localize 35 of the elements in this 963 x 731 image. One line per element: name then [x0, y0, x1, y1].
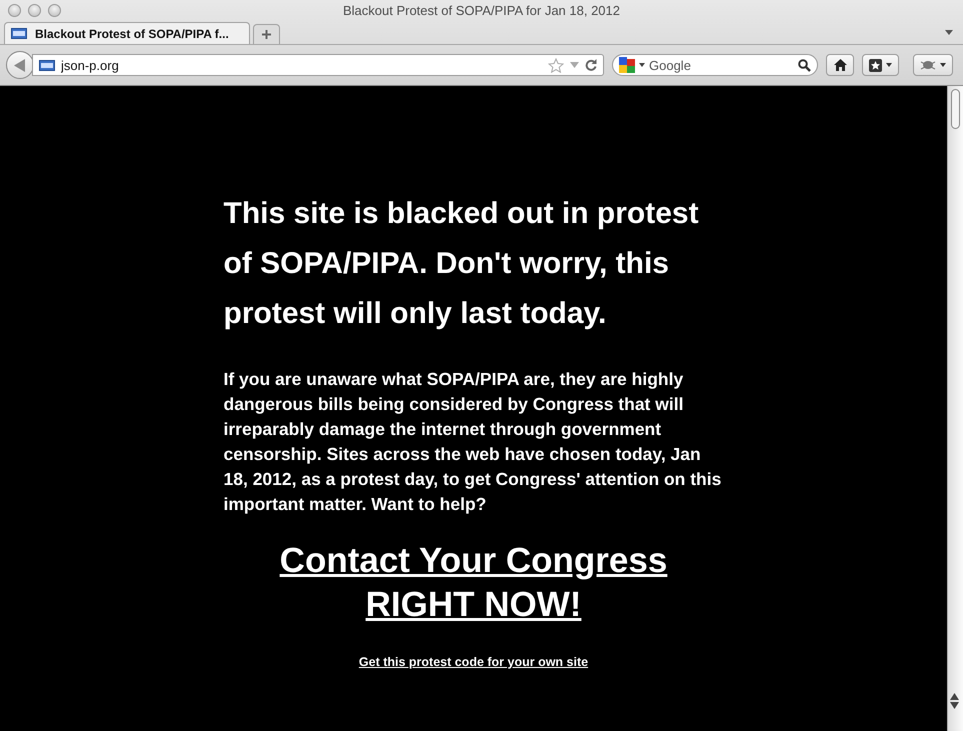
- address-bar[interactable]: json-p.org: [32, 54, 604, 76]
- search-bar[interactable]: Google: [612, 54, 818, 76]
- bookmarks-button[interactable]: [862, 54, 899, 76]
- caret-icon[interactable]: [945, 30, 953, 35]
- home-icon: [834, 59, 846, 71]
- new-tab-button[interactable]: [253, 24, 280, 44]
- window-control-button[interactable]: [8, 4, 21, 17]
- body-paragraph: If you are unaware what SOPA/PIPA are, they are highly dangerous bills being considered by Congress that will irreparably damage the internet through government censorship. Sites across the web have chosen today, Jan 18, 2012, as a protest day, to get Congress' attention on this important matter. Want to help?: [224, 368, 722, 516]
- back-button[interactable]: [6, 51, 34, 79]
- bug-icon: [920, 59, 936, 71]
- scroll-thumb[interactable]: [951, 89, 960, 129]
- window-control-button[interactable]: [48, 4, 61, 17]
- back-arrow-icon: [14, 58, 26, 72]
- search-icon[interactable]: [798, 58, 811, 72]
- home-button[interactable]: [826, 54, 854, 76]
- bookmark-star-icon: [869, 58, 882, 72]
- window-title: Blackout Protest of SOPA/PIPA for Jan 18, 2012: [342, 3, 620, 18]
- plus-icon: [261, 29, 272, 40]
- contact-congress-link[interactable]: Contact Your Congress RIGHT NOW!: [224, 539, 724, 627]
- html-file-icon: [39, 60, 55, 70]
- reload-icon[interactable]: [585, 59, 597, 71]
- browser-tab[interactable]: Blackout Protest of SOPA/PIPA f...: [4, 22, 250, 44]
- caret-icon: [886, 63, 892, 67]
- caret-icon: [940, 63, 946, 67]
- star-icon[interactable]: [548, 58, 564, 72]
- addon-button[interactable]: [913, 54, 953, 76]
- scroll-up-icon[interactable]: [950, 693, 959, 700]
- search-engine-icon: [619, 57, 635, 73]
- protest-code-link[interactable]: Get this protest code for your own site: [358, 655, 588, 669]
- scrollbar[interactable]: [947, 86, 963, 731]
- html-file-icon: [11, 28, 27, 39]
- scroll-down-icon[interactable]: [950, 702, 959, 709]
- window-control-button[interactable]: [28, 4, 41, 17]
- page-heading: This site is blacked out in protest of SOPA/PIPA. Don't worry, this protest will only last today.: [224, 196, 700, 332]
- caret-icon[interactable]: [639, 63, 645, 67]
